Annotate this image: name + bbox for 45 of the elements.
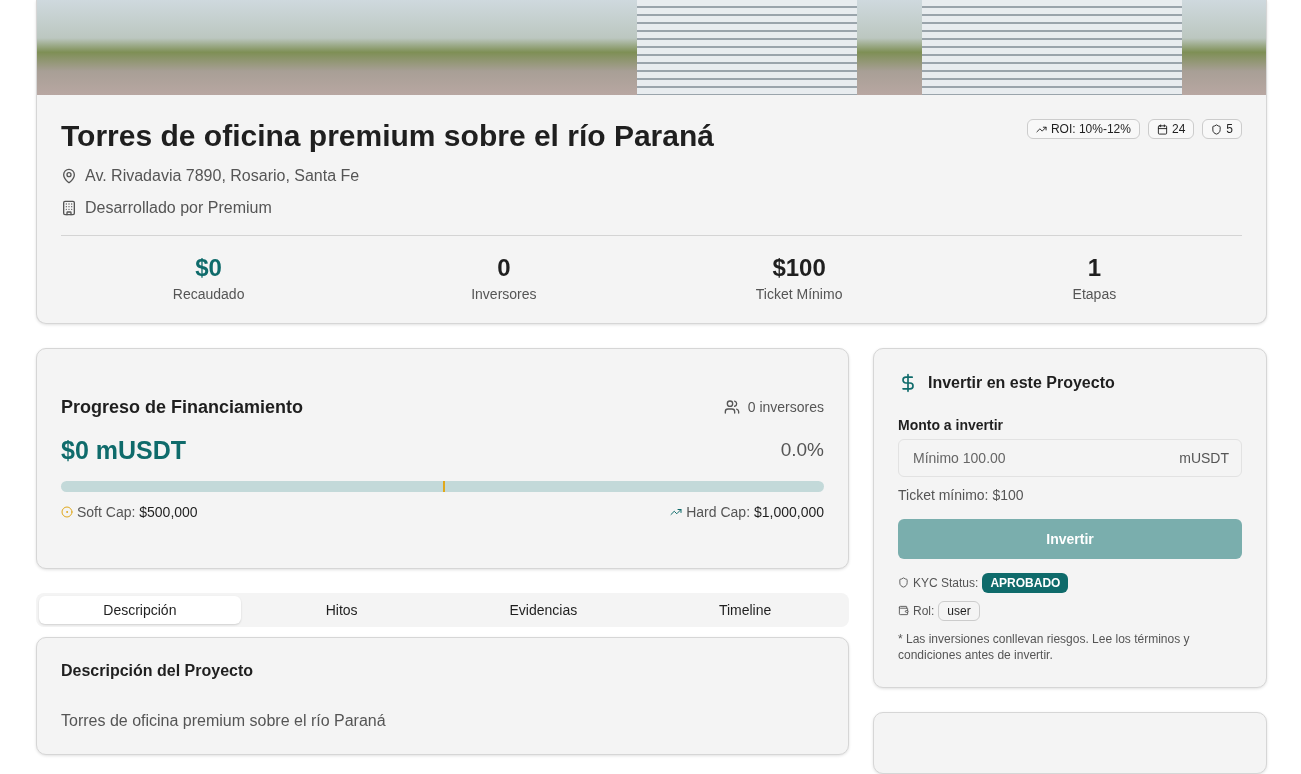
kyc-status: APROBADO	[982, 572, 1069, 593]
investors-count: 0 inversores	[747, 399, 824, 416]
calendar-icon	[1156, 123, 1168, 135]
target-icon	[61, 505, 73, 518]
section-title: Invertir en este Proyecto	[928, 373, 1115, 392]
field-label: Monto a invertir	[898, 416, 1004, 433]
unit-text: mUSDT	[1179, 449, 1229, 466]
raised-amount: $0 mUSDT	[61, 435, 187, 465]
section-title: Descripción del Proyecto	[61, 661, 255, 680]
amount-field[interactable]: Mínimo 100.00 mUSDT	[898, 438, 1242, 477]
stat-value: 0	[497, 254, 511, 282]
tab[interactable]: Hitos	[240, 595, 443, 624]
tab[interactable]: Timeline	[644, 595, 846, 624]
users-icon	[723, 399, 740, 416]
stat-value: $100	[772, 254, 826, 282]
disclaimer-text: * Las inversiones conllevan riesgos. Lee los términos y condiciones antes de invertir.	[898, 630, 1191, 663]
building-icon	[61, 200, 77, 216]
wallet-icon	[898, 605, 909, 617]
soft-cap-text: Soft Cap: $500,000	[77, 503, 198, 520]
section-title: Progreso de Financiamiento	[61, 396, 304, 418]
info-badge: 24	[1147, 119, 1195, 139]
project-title: Torres de oficina premium sobre el río Paraná	[61, 119, 714, 153]
stat-value: $0	[195, 254, 222, 282]
hard-cap-text: Hard Cap: $1,000,000	[686, 503, 824, 520]
stat-value: 1	[1087, 254, 1102, 282]
description-text: Torres de oficina premium sobre el río Paraná	[61, 711, 387, 730]
stat-label: Inversores	[471, 286, 537, 302]
tab[interactable]: Descripción	[39, 595, 241, 624]
info-badge: ROI: 10%-12%	[1026, 119, 1140, 139]
role-tag: user	[938, 600, 980, 621]
stat-label: Etapas	[1072, 286, 1117, 302]
developer-text: Desarrollado por Premium	[85, 199, 272, 217]
info-badge: 5	[1202, 119, 1242, 139]
address-text: Av. Rivadavia 7890, Rosario, Santa Fe	[85, 167, 360, 185]
percent-text: 0.0%	[780, 439, 824, 462]
min-ticket-text: Ticket mínimo: $100	[898, 486, 1025, 503]
stat-label: Recaudado	[172, 286, 245, 302]
amount-input[interactable]: Mínimo 100.00	[911, 448, 1180, 467]
kyc-label: KYC Status:	[913, 575, 979, 590]
stat-label: Ticket Mínimo	[755, 286, 843, 302]
shield-icon	[898, 577, 909, 589]
map-pin-icon	[61, 168, 77, 184]
role-label: Rol:	[913, 603, 935, 618]
tab[interactable]: Evidencias	[442, 595, 645, 624]
shield-icon	[1211, 123, 1223, 135]
